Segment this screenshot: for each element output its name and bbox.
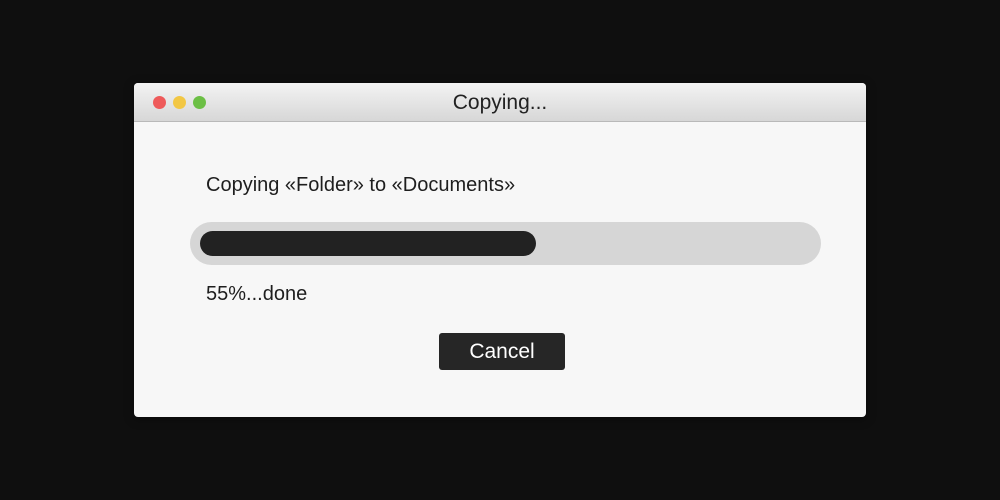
window-title: Copying... (452, 91, 548, 114)
copy-message: Copying «Folder» to «Documents» (206, 174, 516, 196)
progress-bar (190, 222, 821, 265)
title-bar[interactable]: Copying... (134, 83, 866, 122)
cancel-button[interactable]: Cancel (439, 333, 565, 370)
copy-dialog-window: Copying... Copying «Folder» to «Document… (134, 83, 866, 417)
progress-bar-fill (200, 231, 536, 256)
progress-status: 55%...done (206, 283, 308, 305)
